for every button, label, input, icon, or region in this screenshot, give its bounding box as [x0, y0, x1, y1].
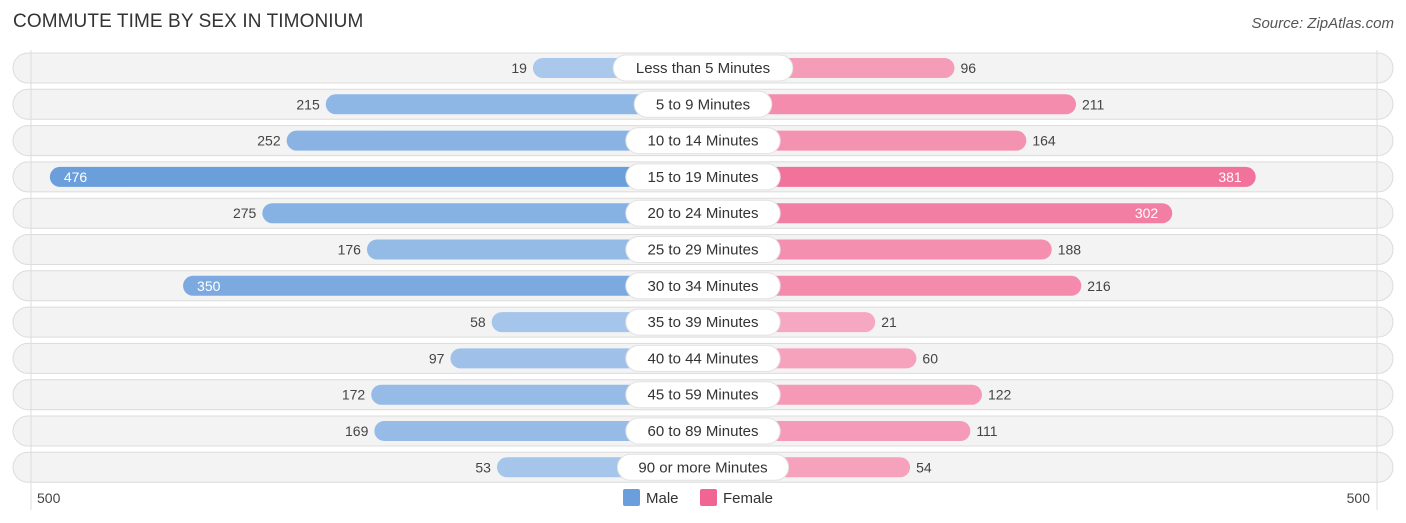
category-label: 45 to 59 Minutes — [648, 387, 759, 404]
value-label-male: 215 — [296, 96, 320, 112]
value-label-female: 216 — [1087, 278, 1111, 294]
category-label: 5 to 9 Minutes — [656, 96, 750, 113]
value-label-male: 350 — [197, 278, 221, 294]
category-label: 35 to 39 Minutes — [648, 314, 759, 331]
value-label-male: 176 — [338, 242, 362, 258]
category-label: 30 to 34 Minutes — [648, 278, 759, 295]
chart-row: 476 381 15 to 19 Minutes — [12, 161, 1394, 193]
value-label-male: 275 — [233, 205, 257, 221]
category-label: 90 or more Minutes — [638, 459, 767, 476]
axis-label-right: 500 — [1347, 490, 1371, 506]
value-label-female: 188 — [1058, 242, 1082, 258]
value-label-female: 54 — [916, 459, 932, 475]
value-label-male: 252 — [257, 133, 281, 149]
axis-label-left: 500 — [37, 490, 61, 506]
value-label-female: 122 — [988, 387, 1012, 403]
value-label-female: 302 — [1135, 205, 1159, 221]
value-label-female: 60 — [922, 350, 938, 366]
value-label-female: 211 — [1082, 96, 1105, 112]
chart-row: 215 211 5 to 9 Minutes — [12, 88, 1394, 120]
value-label-male: 476 — [64, 169, 88, 185]
value-label-female: 21 — [881, 314, 897, 330]
bar-female — [703, 166, 1256, 187]
category-label: 15 to 19 Minutes — [648, 169, 759, 186]
value-label-male: 169 — [345, 423, 369, 439]
value-label-male: 97 — [429, 350, 445, 366]
category-label: 10 to 14 Minutes — [648, 133, 759, 150]
value-label-male: 58 — [470, 314, 486, 330]
category-label: 20 to 24 Minutes — [648, 205, 759, 222]
bar-male — [183, 275, 704, 296]
legend: Male Female — [623, 489, 773, 507]
category-label: 25 to 29 Minutes — [648, 242, 759, 259]
value-label-female: 381 — [1218, 169, 1242, 185]
chart-row: 97 60 40 to 44 Minutes — [12, 342, 1394, 374]
value-label-male: 53 — [475, 459, 491, 475]
chart-row: 176 188 25 to 29 Minutes — [12, 234, 1394, 265]
chart-row: 172 122 45 to 59 Minutes — [12, 379, 1394, 411]
chart-row: 275 302 20 to 24 Minutes — [12, 197, 1394, 229]
chart-row: 169 111 60 to 89 Minutes — [12, 415, 1394, 447]
category-label: Less than 5 Minutes — [636, 60, 770, 77]
chart-row: 350 216 30 to 34 Minutes — [12, 270, 1394, 302]
value-label-female: 96 — [960, 60, 976, 76]
value-label-male: 172 — [342, 387, 366, 403]
legend-label-male: Male — [646, 490, 679, 507]
chart-row: 252 164 10 to 14 Minutes — [12, 125, 1394, 157]
value-label-female: 111 — [976, 423, 997, 439]
category-label: 60 to 89 Minutes — [648, 423, 759, 440]
bar-male — [49, 166, 704, 187]
chart-row: 19 96 Less than 5 Minutes — [12, 52, 1394, 84]
legend-swatch-male — [623, 489, 640, 506]
chart-row: 58 21 35 to 39 Minutes — [12, 306, 1394, 338]
category-label: 40 to 44 Minutes — [648, 350, 759, 367]
chart-row: 53 54 90 or more Minutes — [12, 451, 1394, 483]
value-label-female: 164 — [1032, 133, 1056, 149]
legend-label-female: Female — [723, 490, 773, 507]
chart: 19 96 Less than 5 Minutes 215 211 5 to 9 Minu… — [12, 50, 1394, 510]
legend-swatch-female — [700, 489, 717, 506]
value-label-male: 19 — [511, 60, 527, 76]
